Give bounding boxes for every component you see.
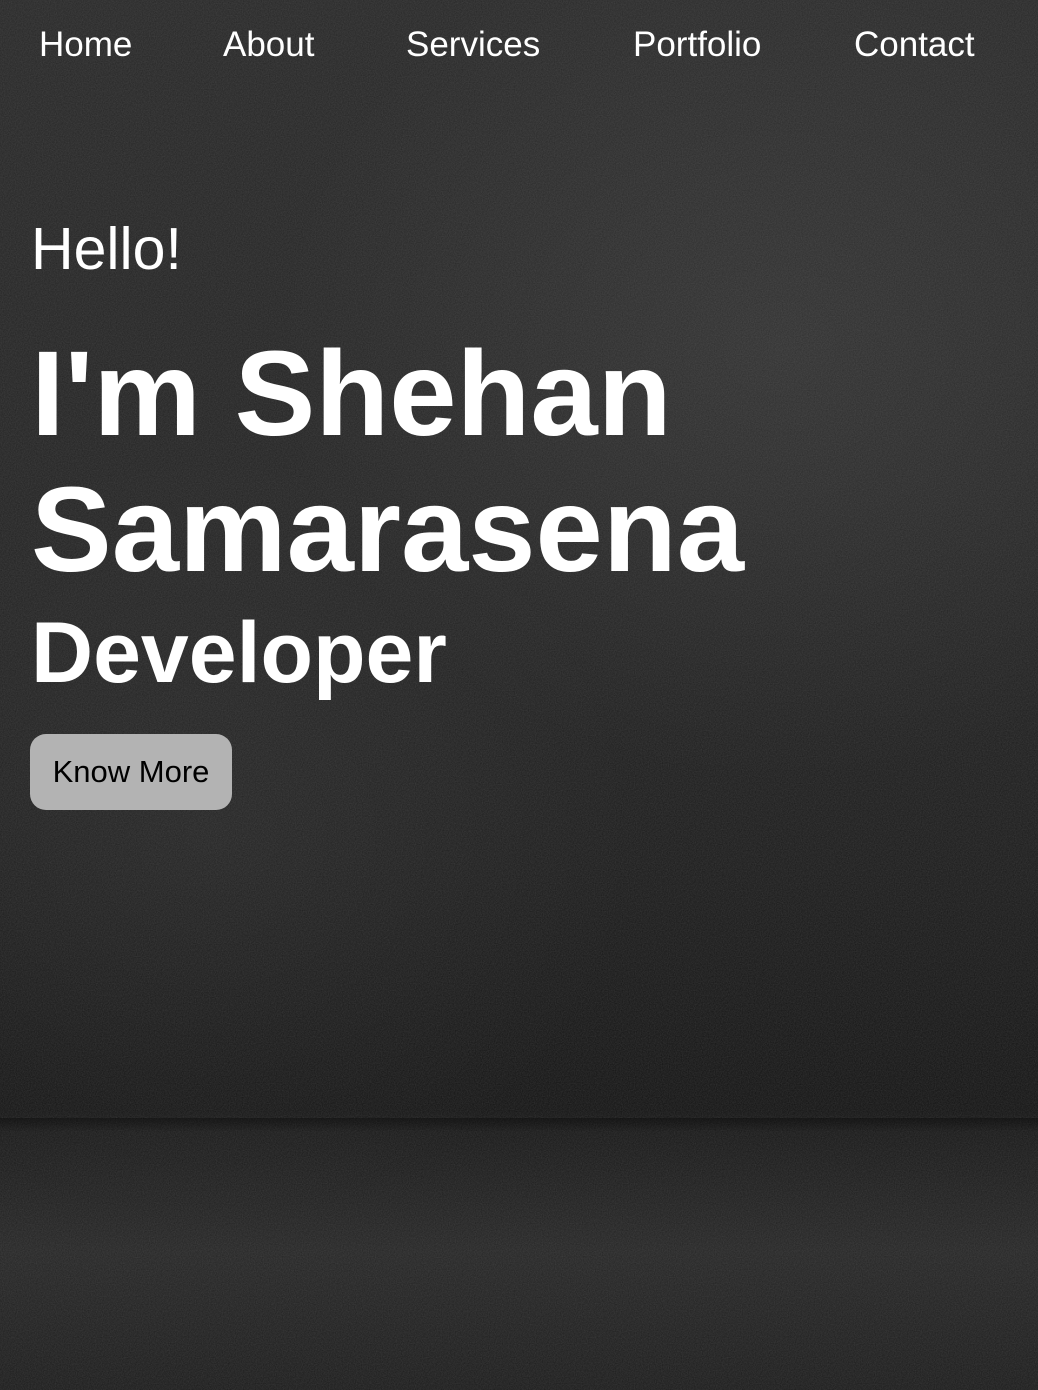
hero-role: Developer — [31, 605, 447, 701]
nav-link-portfolio[interactable]: Portfolio — [633, 22, 761, 68]
nav-link-about[interactable]: About — [223, 22, 314, 68]
know-more-button[interactable]: Know More — [30, 734, 232, 810]
main-nav: Home About Services Portfolio Contact — [0, 22, 1038, 68]
hero-name-line-1: I'm Shehan — [31, 325, 672, 461]
nav-link-services[interactable]: Services — [406, 22, 540, 68]
floor-edge — [0, 1118, 1038, 1132]
nav-link-contact[interactable]: Contact — [854, 22, 975, 68]
nav-link-home[interactable]: Home — [39, 22, 132, 68]
hero-greeting: Hello! — [31, 216, 182, 282]
hero-name-line-2: Samarasena — [31, 461, 745, 597]
